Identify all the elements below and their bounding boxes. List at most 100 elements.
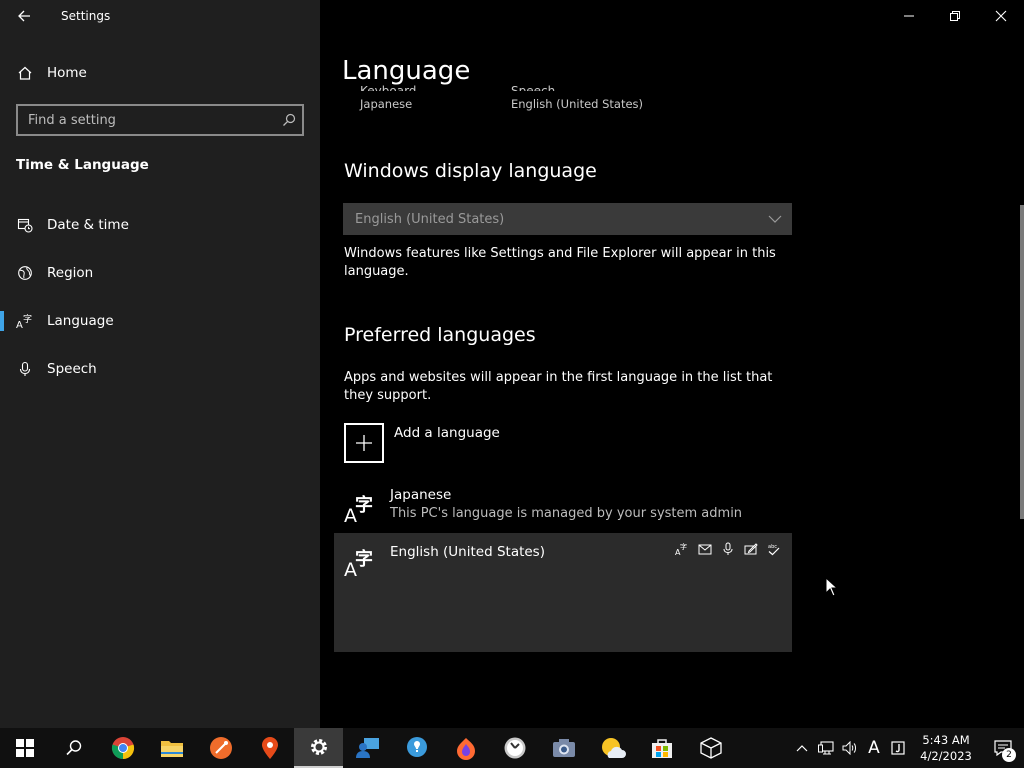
display-language-description: Windows features like Settings and File …: [344, 246, 776, 279]
minimize-icon: [904, 15, 914, 17]
svg-text:字: 字: [23, 313, 32, 325]
display-language-dropdown[interactable]: English (United States): [343, 203, 792, 235]
scrollbar[interactable]: [1020, 205, 1024, 519]
search-icon[interactable]: [276, 107, 302, 133]
sidebar-item-date-time[interactable]: Date & time: [0, 205, 320, 245]
window-controls: [886, 0, 1024, 32]
clock-calendar-icon: [16, 216, 34, 234]
weather-icon: [601, 738, 626, 758]
taskbar-maps[interactable]: [245, 728, 294, 768]
show-hidden-icons-button[interactable]: [790, 728, 814, 768]
sidebar-item-label: Speech: [47, 361, 97, 377]
taskbar-search-button[interactable]: [49, 728, 98, 768]
nav-home[interactable]: Home: [0, 56, 320, 90]
pinned-value: English (United States): [511, 97, 644, 111]
settings-gear-icon: [310, 739, 327, 755]
pinned-value: Japanese: [360, 97, 413, 111]
taskbar-chrome[interactable]: [98, 728, 147, 768]
close-button[interactable]: [978, 0, 1024, 32]
preferred-languages-description: Apps and websites will appear in the fir…: [344, 370, 773, 403]
preferred-languages-heading: Preferred languages: [344, 324, 536, 346]
add-language-label: Add a language: [394, 425, 500, 441]
restore-icon: [950, 11, 960, 21]
nav-home-label: Home: [47, 65, 87, 81]
notification-count-badge: 2: [1002, 748, 1016, 762]
sidebar-item-region[interactable]: Region: [0, 253, 320, 293]
action-center-button[interactable]: 2: [982, 728, 1024, 768]
chrome-icon: [111, 737, 134, 760]
windows-start-icon: [15, 739, 34, 757]
restore-button[interactable]: [932, 0, 978, 32]
pinned-speech[interactable]: Speech English (United States): [511, 84, 643, 111]
camera-icon: [552, 739, 575, 757]
display-language-feature-icon: A字: [674, 541, 690, 557]
firefox-icon: [456, 738, 475, 760]
volume-icon: [842, 741, 856, 755]
search-input[interactable]: [18, 112, 276, 128]
network-icon: [818, 741, 834, 755]
back-arrow-icon: [18, 10, 30, 22]
network-tray-button[interactable]: [814, 728, 838, 768]
language-item-english-us[interactable]: A字 English (United States) A字 abc: [334, 533, 792, 652]
taskbar-people[interactable]: [343, 728, 392, 768]
language-glyph-icon: A字: [344, 495, 373, 527]
language-icon: A字: [16, 312, 34, 330]
sidebar-item-label: Language: [47, 313, 114, 329]
mouse-pointer-icon: [825, 577, 839, 597]
input-mode-indicator[interactable]: A: [862, 728, 886, 768]
svg-text:A: A: [16, 320, 23, 329]
sidebar-item-speech[interactable]: Speech: [0, 349, 320, 389]
ime-pad-icon: [891, 741, 905, 755]
section-title: Time & Language: [16, 157, 149, 173]
pinned-keyboard[interactable]: Keyboard Japanese: [360, 84, 416, 111]
system-tray: A 5:43 AM 4/2/2023 2: [790, 728, 1024, 768]
language-subtitle: This PC's language is managed by your sy…: [390, 506, 743, 521]
plus-icon: [344, 423, 384, 463]
sidebar-item-label: Date & time: [47, 217, 129, 233]
back-button[interactable]: [8, 2, 40, 30]
taskbar-clock[interactable]: 5:43 AM 4/2/2023: [914, 732, 978, 764]
store-icon: [651, 739, 672, 758]
people-icon: [355, 738, 379, 758]
language-name: English (United States): [390, 544, 545, 560]
microphone-icon: [16, 360, 34, 378]
taskbar-firefox[interactable]: [441, 728, 490, 768]
taskbar-postman[interactable]: [196, 728, 245, 768]
pinned-label: Keyboard: [360, 84, 417, 91]
language-name: Japanese: [390, 487, 452, 503]
maps-pin-icon: [261, 737, 278, 759]
handwriting-feature-icon: [743, 541, 759, 557]
chevron-down-icon: [768, 215, 782, 223]
taskbar: A 5:43 AM 4/2/2023 2: [0, 728, 1024, 768]
taskbar-file-explorer[interactable]: [147, 728, 196, 768]
search-icon: [65, 740, 81, 756]
taskbar-tips[interactable]: [392, 728, 441, 768]
language-glyph-icon: A字: [344, 549, 373, 581]
minimize-button[interactable]: [886, 0, 932, 32]
file-explorer-icon: [160, 741, 183, 757]
volume-tray-button[interactable]: [838, 728, 862, 768]
spell-check-feature-icon: abc: [766, 541, 782, 557]
clock-app-icon: [504, 737, 525, 759]
taskbar-weather[interactable]: [588, 728, 637, 768]
svg-text:字: 字: [680, 542, 687, 551]
settings-sidebar: Settings Home Time & Language Date & tim…: [0, 0, 320, 728]
globe-icon: [16, 264, 34, 282]
svg-text:abc: abc: [768, 544, 777, 550]
sidebar-item-label: Region: [47, 265, 94, 281]
add-language-button[interactable]: Add a language: [344, 423, 500, 463]
start-button[interactable]: [0, 728, 49, 768]
speech-recognition-feature-icon: [720, 541, 736, 557]
taskbar-clock-app[interactable]: [490, 728, 539, 768]
taskbar-store[interactable]: [637, 728, 686, 768]
ime-tray-button[interactable]: [886, 728, 910, 768]
close-icon: [995, 10, 1007, 22]
find-setting-search[interactable]: [16, 104, 304, 136]
pinned-label: Speech: [511, 84, 556, 91]
taskbar-camera[interactable]: [539, 728, 588, 768]
taskbar-settings[interactable]: [294, 728, 343, 768]
taskbar-3d-viewer[interactable]: [686, 728, 735, 768]
sidebar-item-language[interactable]: A字 Language: [0, 301, 320, 341]
display-language-heading: Windows display language: [344, 160, 597, 182]
language-item-japanese[interactable]: A字 Japanese This PC's language is manage…: [334, 481, 792, 533]
